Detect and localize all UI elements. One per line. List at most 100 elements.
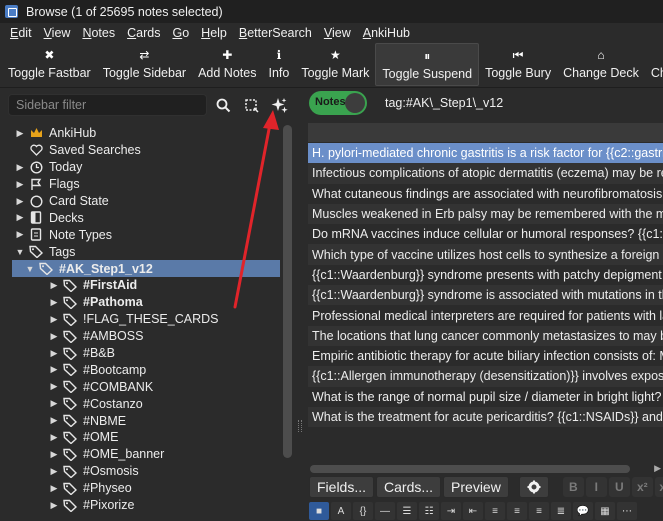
- chevron-down-icon[interactable]: ▼: [25, 264, 35, 274]
- sidebar-item-note-types[interactable]: ▶ Note Types: [0, 226, 280, 243]
- sidebar-item-ome-banner[interactable]: ▶ #OME_banner: [0, 446, 280, 463]
- table-row[interactable]: Professional medical interpreters are re…: [308, 305, 663, 325]
- indent-icon[interactable]: ⇥: [441, 502, 461, 520]
- menu-ankihub[interactable]: AnkiHub: [357, 26, 416, 40]
- comment-icon[interactable]: 💬: [573, 502, 593, 520]
- chevron-right-icon[interactable]: ▶: [49, 280, 59, 291]
- chevron-right-icon[interactable]: ▶: [49, 415, 59, 426]
- sidebar-item-nbme[interactable]: ▶ #NBME: [0, 412, 280, 429]
- chevron-right-icon[interactable]: ▶: [49, 297, 59, 308]
- bullet-list-icon[interactable]: ☰: [397, 502, 417, 520]
- toggle-suspend-button[interactable]: ⏸ Toggle Suspend: [375, 43, 480, 86]
- sidebar-item-saved-searches[interactable]: Saved Searches: [0, 142, 280, 159]
- color-picker-icon[interactable]: ■: [309, 502, 329, 520]
- chevron-right-icon[interactable]: ▶: [49, 381, 59, 392]
- table-row[interactable]: Muscles weakened in Erb palsy may be rem…: [308, 203, 663, 225]
- chevron-right-icon[interactable]: ▶: [49, 483, 59, 494]
- sidebar-filter-input[interactable]: Sidebar filter: [8, 94, 207, 116]
- toggle-mark-button[interactable]: ★ Toggle Mark: [295, 43, 375, 86]
- sidebar-item-pixorize[interactable]: ▶ #Pixorize: [0, 497, 280, 514]
- outdent-icon[interactable]: ⇤: [463, 502, 483, 520]
- chevron-right-icon[interactable]: ▶: [15, 196, 25, 207]
- chevron-right-icon[interactable]: ▶: [49, 331, 59, 342]
- text-color-icon[interactable]: A: [331, 502, 351, 520]
- chevron-right-icon[interactable]: ▶: [49, 432, 59, 443]
- sidebar-item-ankihub[interactable]: ▶ AnkiHub: [0, 125, 280, 142]
- table-row[interactable]: Which type of vaccine utilizes host cell…: [308, 244, 663, 265]
- menu-bettersearch[interactable]: BetterSearch: [233, 26, 318, 40]
- sidebar-item-osmosis[interactable]: ▶ #Osmosis: [0, 463, 280, 480]
- sidebar-item-bootcamp[interactable]: ▶ #Bootcamp: [0, 361, 280, 378]
- sidebar-item-flags[interactable]: ▶ Flags: [0, 176, 280, 193]
- menu-cards[interactable]: Cards: [121, 26, 166, 40]
- sidebar-item-card-state[interactable]: ▶ Card State: [0, 193, 280, 210]
- sidebar-item-b-b[interactable]: ▶ #B&B: [0, 345, 280, 362]
- chevron-right-icon[interactable]: ▶: [49, 449, 59, 460]
- chevron-right-icon[interactable]: ▶: [15, 179, 25, 190]
- toggle-fastbar-button[interactable]: ✖ Toggle Fastbar: [2, 43, 97, 86]
- chevron-right-icon[interactable]: ▶: [15, 212, 25, 223]
- chevron-right-icon[interactable]: ▶: [49, 348, 59, 359]
- info-button[interactable]: ℹ Info: [262, 43, 295, 86]
- toggle-bury-button[interactable]: ⏮ Toggle Bury: [479, 43, 557, 86]
- splitter-grip[interactable]: [298, 420, 302, 432]
- table-row[interactable]: Infectious complications of atopic derma…: [308, 163, 663, 184]
- brackets-icon[interactable]: {}: [353, 502, 373, 520]
- sidebar-scrollbar[interactable]: [282, 125, 293, 458]
- numbered-list-icon[interactable]: ☷: [419, 502, 439, 520]
- chevron-right-icon[interactable]: ▶: [49, 398, 59, 409]
- justify-icon[interactable]: ≣: [551, 502, 571, 520]
- sidebar-item-flag-these-cards[interactable]: ▶ !FLAG_THESE_CARDS: [0, 311, 280, 328]
- menu-edit[interactable]: Edit: [4, 26, 38, 40]
- horizontal-scrollbar-thumb[interactable]: [310, 465, 630, 473]
- table-row[interactable]: {{c1::Waardenburg}} syndrome presents wi…: [308, 265, 663, 285]
- gear-icon[interactable]: [518, 476, 549, 498]
- table-row[interactable]: The locations that lung cancer commonly …: [308, 325, 663, 346]
- table-row[interactable]: {{c1::Waardenburg}} syndrome is associat…: [308, 285, 663, 306]
- cards-button[interactable]: Cards...: [376, 476, 442, 498]
- menu-view[interactable]: View: [318, 26, 357, 40]
- chevron-right-icon[interactable]: ▶: [15, 162, 25, 173]
- panel-splitter[interactable]: [296, 88, 304, 521]
- chevron-right-icon[interactable]: ▶: [49, 364, 59, 375]
- sidebar-item-today[interactable]: ▶ Today: [0, 159, 280, 176]
- bold-button[interactable]: B: [562, 477, 584, 497]
- sidebar-scrollbar-thumb[interactable]: [283, 125, 292, 458]
- chevron-right-icon[interactable]: ▶: [15, 128, 25, 139]
- fields-button[interactable]: Fields...: [309, 476, 375, 498]
- notes-mode-toggle[interactable]: Notes: [309, 91, 367, 115]
- table-icon[interactable]: ▦: [595, 502, 615, 520]
- toggle-sidebar-button[interactable]: ⇄ Toggle Sidebar: [97, 43, 192, 86]
- table-row[interactable]: {{c1::Allergen immunotherapy (desensitiz…: [308, 366, 663, 387]
- sidebar-item-physeo[interactable]: ▶ #Physeo: [0, 480, 280, 497]
- chevron-down-icon[interactable]: ▼: [15, 247, 25, 257]
- table-row[interactable]: What cutaneous findings are associated w…: [308, 184, 663, 204]
- menu-help[interactable]: Help: [195, 26, 233, 40]
- select-area-icon[interactable]: [240, 93, 262, 117]
- chevron-right-icon[interactable]: ▶: [49, 314, 59, 325]
- subscript-button[interactable]: x₂: [654, 477, 663, 497]
- table-row[interactable]: H. pylori-mediated chronic gastritis is …: [308, 143, 663, 164]
- sidebar-item-decks[interactable]: ▶ Decks: [0, 209, 280, 226]
- table-row[interactable]: Do mRNA vaccines induce cellular or humo…: [308, 224, 663, 244]
- scroll-right-icon[interactable]: ▶: [654, 463, 661, 474]
- search-input[interactable]: tag:#AK\_Step1\_v12: [376, 91, 663, 115]
- sidebar-item-costanzo[interactable]: ▶ #Costanzo: [0, 395, 280, 412]
- table-row[interactable]: Empiric antibiotic therapy for acute bil…: [308, 346, 663, 366]
- horizontal-rule-icon[interactable]: ―: [375, 502, 395, 520]
- menu-notes[interactable]: Notes: [76, 26, 121, 40]
- align-right-icon[interactable]: ≡: [529, 502, 549, 520]
- table-row[interactable]: What is the range of normal pupil size /…: [308, 387, 663, 407]
- sidebar-item-amboss[interactable]: ▶ #AMBOSS: [0, 328, 280, 345]
- align-center-icon[interactable]: ≡: [507, 502, 527, 520]
- chevron-right-icon[interactable]: ▶: [49, 466, 59, 477]
- sidebar-item-pathoma[interactable]: ▶ #Pathoma: [0, 294, 280, 311]
- sidebar-item-tags[interactable]: ▼ Tags: [0, 243, 280, 260]
- menu-view[interactable]: View: [38, 26, 77, 40]
- char-button[interactable]: Char: [645, 43, 663, 86]
- change-deck-button[interactable]: ⌂ Change Deck: [557, 43, 645, 86]
- italic-button[interactable]: I: [585, 477, 607, 497]
- add-notes-button[interactable]: ✚ Add Notes: [192, 43, 262, 86]
- table-header[interactable]: [308, 123, 663, 143]
- align-left-icon[interactable]: ≡: [485, 502, 505, 520]
